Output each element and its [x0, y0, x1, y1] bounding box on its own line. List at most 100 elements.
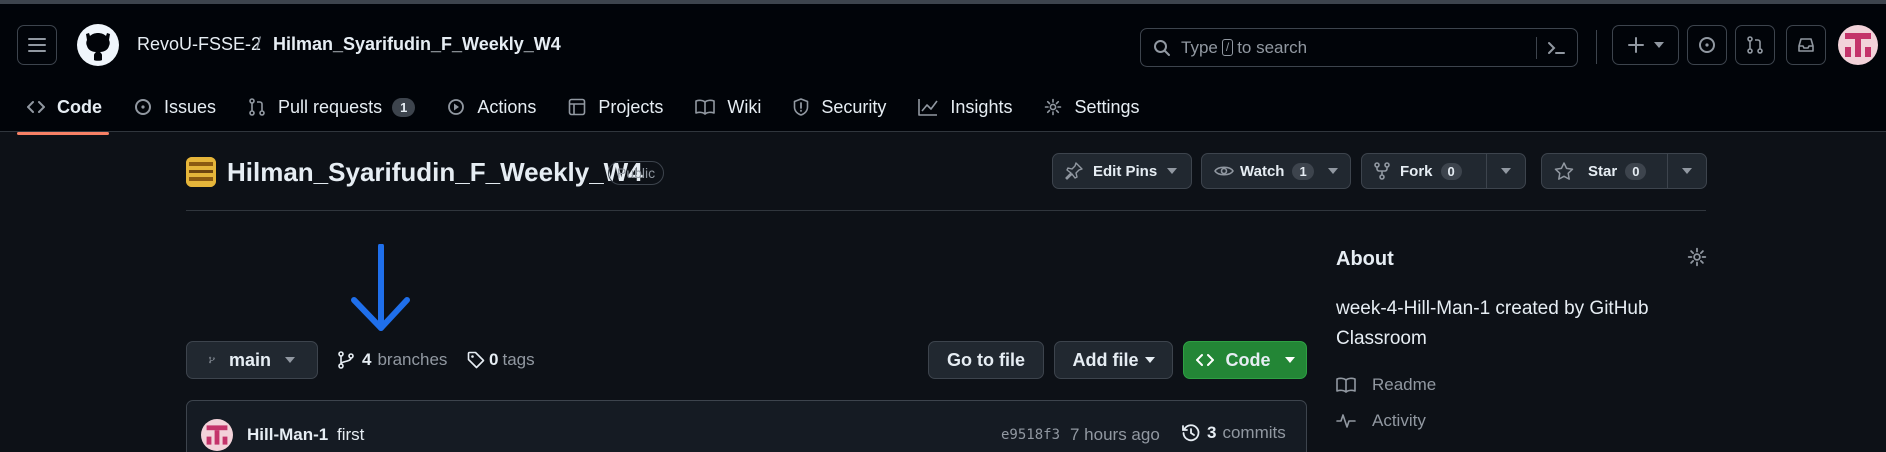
star-dropdown-button[interactable] — [1668, 154, 1706, 188]
tab-label: Actions — [477, 96, 537, 117]
tab-projects[interactable]: Projects — [552, 86, 679, 128]
pull-requests-button[interactable] — [1735, 25, 1775, 65]
tab-label: Security — [821, 96, 887, 117]
breadcrumb-repo[interactable]: Hilman_Syarifudin_F_Weekly_W4 — [273, 34, 561, 55]
repo-title[interactable]: Hilman_Syarifudin_F_Weekly_W4 — [227, 157, 643, 188]
create-new-button[interactable] — [1612, 25, 1679, 65]
chevron-down-icon — [1327, 168, 1338, 174]
github-logo[interactable] — [77, 24, 119, 66]
search-shortcut-key: / — [1221, 39, 1234, 56]
issue-opened-icon — [135, 99, 151, 115]
fork-button[interactable]: Fork 0 — [1362, 154, 1486, 188]
chevron-down-icon — [1167, 168, 1178, 174]
readme-link[interactable]: Readme — [1336, 375, 1436, 395]
go-to-file-label: Go to file — [947, 349, 1025, 370]
menu-button[interactable] — [17, 25, 57, 65]
branches-count: 4 — [362, 350, 372, 369]
breadcrumb-separator: / — [256, 34, 262, 54]
commits-label: commits — [1222, 423, 1286, 442]
commit-time: 7 hours ago — [1070, 425, 1160, 444]
git-pull-request-icon — [249, 98, 265, 116]
command-palette-icon[interactable] — [1547, 41, 1565, 55]
inbox-button[interactable] — [1786, 25, 1826, 65]
book-icon — [1336, 377, 1356, 393]
chevron-down-icon — [1682, 168, 1692, 174]
commits-link[interactable]: 3 commits — [1181, 423, 1286, 443]
commit-author[interactable]: Hill-Man-1 — [247, 425, 328, 445]
book-icon — [695, 99, 716, 115]
plus-icon — [1627, 37, 1644, 53]
go-to-file-button[interactable]: Go to file — [928, 341, 1044, 379]
search-placeholder-prefix: Type — [1181, 37, 1218, 57]
pulse-icon — [1336, 414, 1356, 428]
issue-opened-icon — [1699, 37, 1715, 53]
org-avatar-image — [186, 157, 216, 187]
commits-count: 3 — [1207, 423, 1217, 442]
watch-button[interactable]: Watch 1 — [1201, 153, 1351, 189]
tab-pull-requests[interactable]: Pull requests 1 — [232, 86, 431, 128]
header-divider — [186, 210, 1706, 211]
tab-actions[interactable]: Actions — [431, 86, 552, 128]
octocat-icon — [86, 33, 110, 61]
tab-settings[interactable]: Settings — [1028, 86, 1155, 128]
tab-insights[interactable]: Insights — [902, 86, 1028, 128]
tab-wiki[interactable]: Wiki — [679, 86, 777, 128]
repo-forked-icon — [1374, 162, 1390, 180]
tab-label: Projects — [598, 96, 664, 117]
chevron-down-icon — [1284, 357, 1295, 363]
git-branch-icon — [338, 351, 354, 369]
tab-label: Insights — [950, 96, 1013, 117]
star-label: Star — [1588, 162, 1618, 180]
breadcrumb-org[interactable]: RevoU-FSSE-2 — [137, 34, 261, 55]
code-button[interactable]: Code — [1183, 341, 1307, 379]
star-button-group: Star 0 — [1541, 153, 1707, 189]
tab-code[interactable]: Code — [0, 86, 118, 128]
pull-request-count-badge: 1 — [392, 97, 416, 117]
latest-commit-bar: Hill-Man-1 first e9518f3 7 hours ago 3 c… — [186, 400, 1307, 452]
search-input[interactable]: Type / to search — [1140, 28, 1578, 67]
fork-dropdown-button[interactable] — [1487, 154, 1525, 188]
star-button[interactable]: Star 0 — [1542, 154, 1667, 188]
watch-count: 1 — [1292, 162, 1314, 180]
commit-sha[interactable]: e9518f3 — [1001, 427, 1060, 443]
annotation-arrow-icon — [351, 244, 410, 331]
user-avatar[interactable] — [1838, 25, 1878, 65]
tags-label: tags — [502, 350, 535, 369]
edit-pins-button[interactable]: Edit Pins — [1052, 153, 1192, 189]
graph-icon — [918, 99, 939, 116]
commit-author-avatar[interactable] — [201, 419, 233, 451]
star-icon — [1554, 162, 1574, 180]
about-description: week-4-Hill-Man-1 created by GitHub Clas… — [1336, 298, 1649, 349]
chevron-down-icon — [285, 357, 295, 363]
search-icon — [1154, 39, 1170, 56]
tab-label: Wiki — [727, 96, 762, 117]
tab-issues[interactable]: Issues — [118, 86, 232, 128]
repo-owner-avatar[interactable] — [186, 157, 216, 187]
chevron-down-icon — [1144, 357, 1155, 363]
search-placeholder-suffix: to search — [1237, 37, 1308, 57]
gear-icon[interactable] — [1687, 247, 1707, 267]
issues-button[interactable] — [1687, 25, 1727, 65]
edit-pins-label: Edit Pins — [1093, 162, 1158, 180]
tab-label: Pull requests — [278, 96, 383, 117]
tab-security[interactable]: Security — [777, 86, 902, 128]
table-icon — [569, 98, 586, 116]
global-header: RevoU-FSSE-2 / Hilman_Syarifudin_F_Weekl… — [0, 4, 1886, 135]
identicon-avatar — [1845, 33, 1871, 57]
inbox-icon — [1798, 38, 1814, 52]
add-file-label: Add file — [1072, 349, 1139, 370]
commit-message[interactable]: first — [337, 425, 364, 445]
git-pull-request-icon — [1747, 36, 1763, 54]
activity-link[interactable]: Activity — [1336, 411, 1426, 431]
tab-label: Settings — [1074, 96, 1140, 117]
branch-selector[interactable]: main — [186, 341, 318, 379]
branches-link[interactable]: 4 branches — [338, 350, 447, 370]
tags-count: 0 — [489, 350, 499, 369]
add-file-button[interactable]: Add file — [1054, 341, 1173, 379]
tags-link[interactable]: 0 tags — [467, 350, 535, 370]
git-branch-icon — [209, 356, 215, 364]
history-icon — [1182, 424, 1200, 442]
chevron-down-icon — [1501, 168, 1511, 174]
chevron-down-icon — [1653, 42, 1664, 48]
tab-label: Code — [57, 96, 102, 117]
